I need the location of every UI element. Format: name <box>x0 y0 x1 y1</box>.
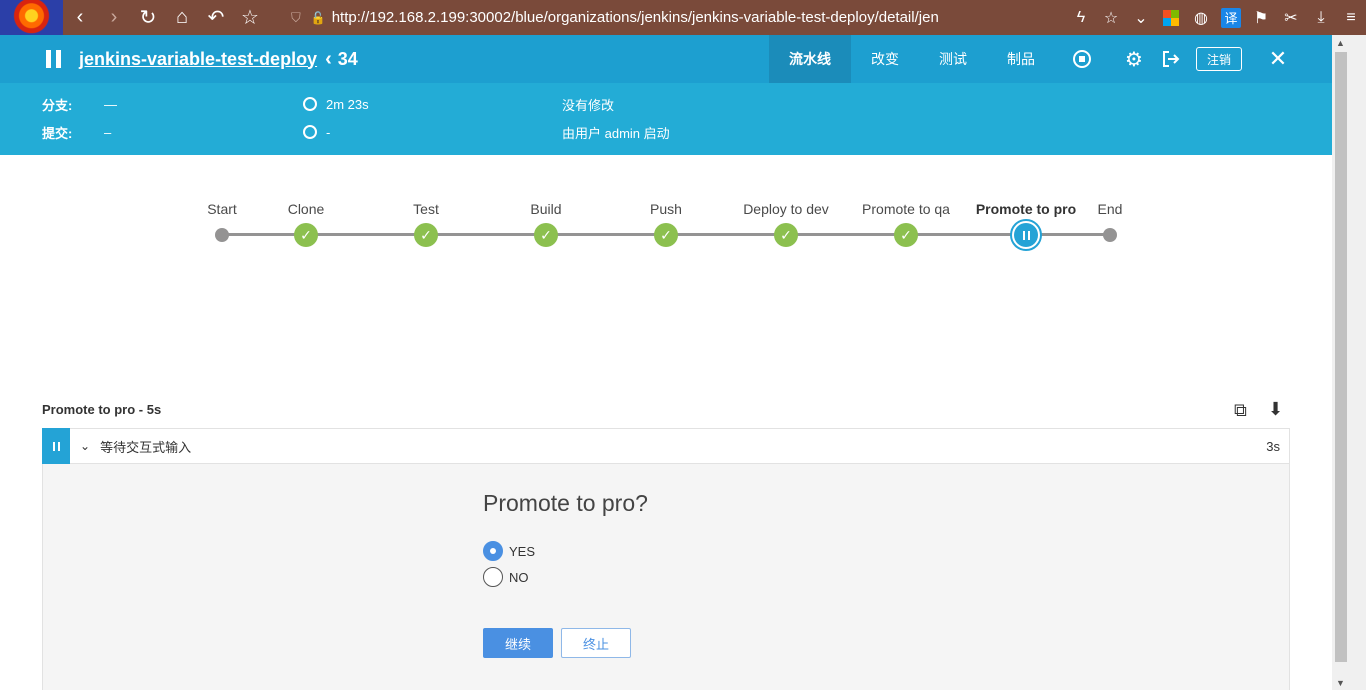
yes-radio[interactable] <box>483 541 503 561</box>
flash-icon[interactable]: ϟ <box>1066 0 1096 35</box>
stage-label[interactable]: Promote to pro <box>976 201 1076 217</box>
abort-button[interactable]: 终止 <box>561 628 631 658</box>
stage-label[interactable]: Promote to qa <box>862 201 950 217</box>
shield-icon: ⛉ <box>291 9 301 25</box>
option-yes[interactable]: YES <box>483 541 535 561</box>
apps-icon[interactable] <box>1156 0 1186 35</box>
chevron-left-icon: ‹ <box>325 47 332 70</box>
undo-close-icon[interactable]: ↶ <box>199 0 233 35</box>
success-check-icon[interactable]: ✓ <box>774 223 798 247</box>
url-text[interactable]: http://192.168.2.199:30002/blue/organiza… <box>332 9 962 26</box>
stage-label[interactable]: End <box>1098 201 1123 217</box>
run-tabs: 流水线 改变 测试 制品 <box>769 35 1055 83</box>
favorite-star-icon[interactable]: ☆ <box>1096 0 1126 35</box>
logout-button[interactable]: 注销 <box>1196 47 1242 71</box>
bookmark-star-icon[interactable]: ☆ <box>233 0 267 35</box>
stage-label[interactable]: Start <box>207 201 237 217</box>
input-panel: Promote to pro? YES NO 继续 终止 <box>42 464 1290 690</box>
scroll-up-icon[interactable]: ▲ <box>1336 38 1345 48</box>
tab-changes[interactable]: 改变 <box>851 35 919 83</box>
pipeline-connector <box>306 233 426 236</box>
globe-icon[interactable]: ◍ <box>1186 0 1216 35</box>
stage-label[interactable]: Test <box>413 201 439 217</box>
menu-icon[interactable]: ≡ <box>1336 0 1366 35</box>
chevron-down-icon[interactable]: ⌄ <box>1126 0 1156 35</box>
gear-icon[interactable]: ⚙ <box>1121 35 1147 83</box>
option-no[interactable]: NO <box>483 567 529 587</box>
tab-tests[interactable]: 测试 <box>919 35 987 83</box>
download-log-icon[interactable]: ⬇ <box>1268 399 1283 420</box>
scrollbar-thumb[interactable] <box>1335 52 1347 662</box>
job-name-link[interactable]: jenkins-variable-test-deploy <box>79 49 317 70</box>
stage-label[interactable]: Push <box>650 201 682 217</box>
pipeline-connector <box>906 233 1026 236</box>
translate-icon[interactable]: 译 <box>1216 0 1246 35</box>
stage-label[interactable]: Deploy to dev <box>743 201 829 217</box>
prompt-title: Promote to pro? <box>483 490 648 516</box>
step-title: Promote to pro - 5s <box>42 402 162 417</box>
no-radio[interactable] <box>483 567 503 587</box>
duration-icon <box>303 97 317 111</box>
tab-artifacts[interactable]: 制品 <box>987 35 1055 83</box>
stage-label[interactable]: Build <box>530 201 561 217</box>
step-row-duration: 3s <box>1266 438 1280 454</box>
pipeline-connector <box>786 233 906 236</box>
tab-pipeline[interactable]: 流水线 <box>769 35 851 83</box>
exit-classic-icon[interactable] <box>1158 35 1184 83</box>
success-check-icon[interactable]: ✓ <box>414 223 438 247</box>
yes-label: YES <box>509 543 536 559</box>
pipeline-connector <box>426 233 546 236</box>
clock-icon <box>303 125 317 139</box>
branch-label: 分支: <box>42 97 73 113</box>
time-ago-value: - <box>326 124 331 140</box>
pipeline-connector <box>546 233 666 236</box>
proceed-button[interactable]: 继续 <box>483 628 553 658</box>
insecure-lock-icon[interactable]: 🔓 <box>311 11 326 25</box>
forward-icon[interactable]: › <box>97 0 131 35</box>
run-number: 34 <box>337 48 358 69</box>
started-by-text: 由用户 admin 启动 <box>562 125 670 141</box>
open-external-icon[interactable]: ⧉ <box>1234 400 1247 421</box>
success-check-icon[interactable]: ✓ <box>894 223 918 247</box>
browser-toolbar: ‹ › ↻ ⌂ ↶ ☆ ⛉ 🔓 http://192.168.2.199:300… <box>0 0 1366 35</box>
success-check-icon[interactable]: ✓ <box>534 223 558 247</box>
branch-value: — <box>104 96 117 112</box>
home-icon[interactable]: ⌂ <box>165 0 199 35</box>
browser-logo-icon[interactable] <box>0 0 63 35</box>
close-icon[interactable]: ✕ <box>1266 35 1290 83</box>
pipeline-graph: Start Clone ✓ Test ✓ Build ✓ Push ✓ Deploy to dev… <box>0 155 1332 385</box>
paused-step-icon <box>42 428 70 464</box>
address-bar[interactable]: ⛉ 🔓 http://192.168.2.199:30002/blue/orga… <box>291 0 991 35</box>
run-info-band: 分支: — 提交: – 2m 23s - 没有修改 由用户 admin 启动 <box>0 83 1332 155</box>
step-row-text: 等待交互式输入 <box>100 439 192 455</box>
stop-icon[interactable] <box>1069 35 1095 83</box>
jenkins-header: jenkins-variable-test-deploy ‹ 34 流水线 改变… <box>0 35 1332 83</box>
chevron-down-icon[interactable]: ⌄ <box>80 439 90 453</box>
paused-node-icon[interactable] <box>1010 219 1042 251</box>
changes-text: 没有修改 <box>562 97 615 113</box>
pipeline-connector <box>666 233 786 236</box>
download-icon[interactable]: ⤓ <box>1306 0 1336 35</box>
step-row[interactable]: ⌄ 等待交互式输入 3s <box>42 428 1290 464</box>
no-label: NO <box>509 569 529 585</box>
end-node-icon[interactable] <box>1103 228 1117 242</box>
success-check-icon[interactable]: ✓ <box>294 223 318 247</box>
reload-icon[interactable]: ↻ <box>131 0 165 35</box>
scissors-icon[interactable]: ✂ <box>1276 0 1306 35</box>
paused-status-icon <box>46 50 61 68</box>
duration-value: 2m 23s <box>326 96 369 112</box>
back-icon[interactable]: ‹ <box>63 0 97 35</box>
start-node-icon[interactable] <box>215 228 229 242</box>
commit-label: 提交: <box>42 125 73 141</box>
stage-label[interactable]: Clone <box>288 201 325 217</box>
commit-value: – <box>104 124 112 140</box>
scroll-down-icon[interactable]: ▼ <box>1336 678 1345 688</box>
flag-icon[interactable]: ⚑ <box>1246 0 1276 35</box>
success-check-icon[interactable]: ✓ <box>654 223 678 247</box>
